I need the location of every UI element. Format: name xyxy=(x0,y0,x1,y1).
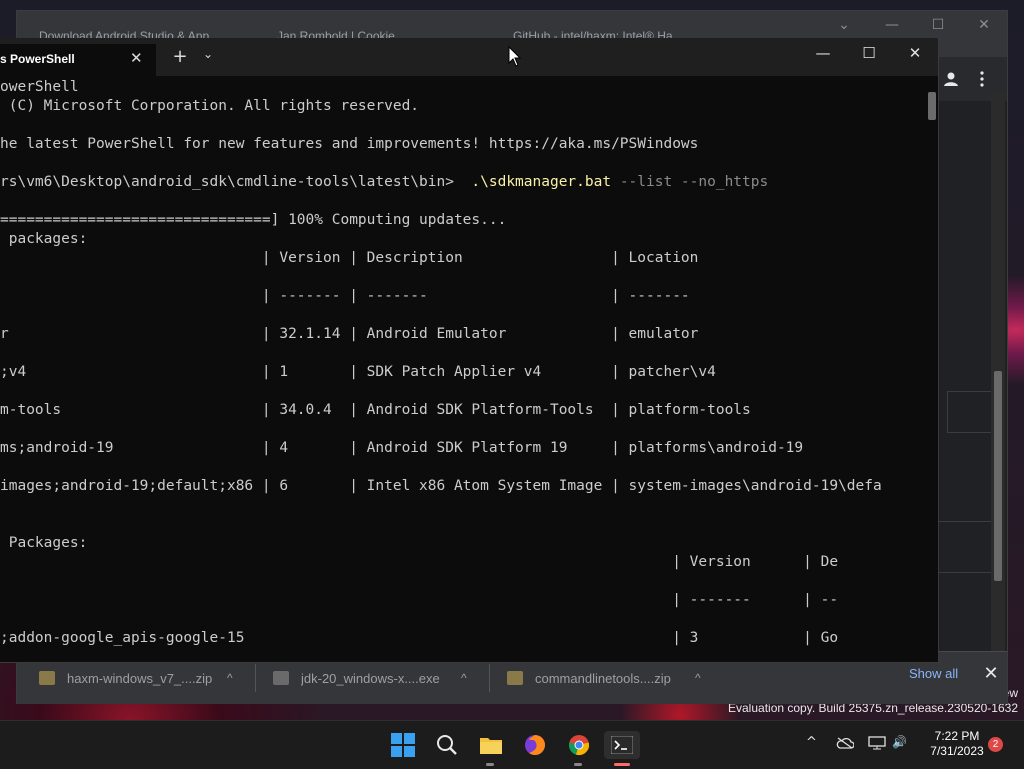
command-params: --list --no_https xyxy=(611,174,769,190)
terminal-line: ===============================] 100% Co… xyxy=(0,212,507,228)
terminal-minimize-button[interactable]: — xyxy=(808,44,838,62)
search-button[interactable] xyxy=(433,731,461,759)
terminal-line: ;v4 | 1 | SDK Patch Applier v4 | patcher… xyxy=(0,364,716,380)
zip-file-icon xyxy=(39,671,55,685)
mouse-cursor-icon xyxy=(508,46,522,67)
terminal-line: he latest PowerShell for new features an… xyxy=(0,136,699,152)
zip-file-icon xyxy=(507,671,523,685)
chrome-menu-icon[interactable] xyxy=(979,71,985,91)
chevron-up-icon[interactable]: ^ xyxy=(227,671,233,685)
terminal-line: ;addon-google_apis-google-15 | 3 | Go xyxy=(0,630,839,646)
active-indicator xyxy=(614,763,630,766)
terminal-close-button[interactable]: ✕ xyxy=(900,44,930,62)
chrome-minimize-button[interactable]: — xyxy=(877,17,907,33)
prompt-text: rs\vm6\Desktop\android_sdk\cmdline-tools… xyxy=(0,174,472,190)
profile-dropdown-button[interactable]: ⌄ xyxy=(200,47,216,61)
new-tab-button[interactable]: + xyxy=(170,46,190,67)
profile-icon[interactable] xyxy=(943,71,959,91)
notification-badge[interactable]: 2 xyxy=(988,737,1003,752)
speaker-icon[interactable]: 🔊 xyxy=(892,735,907,749)
firefox-icon xyxy=(525,735,545,755)
search-icon xyxy=(437,735,457,755)
folder-icon xyxy=(480,738,502,754)
firefox-button[interactable] xyxy=(521,731,549,759)
network-icon[interactable] xyxy=(868,736,886,754)
terminal-line: (C) Microsoft Corporation. All rights re… xyxy=(0,98,420,114)
chrome-tab-search-button[interactable]: ⌄ xyxy=(829,17,859,33)
close-tab-icon[interactable]: ✕ xyxy=(130,44,143,74)
chevron-up-icon[interactable]: ^ xyxy=(461,671,467,685)
start-button[interactable] xyxy=(389,731,417,759)
terminal-line: owerShell xyxy=(0,79,79,95)
command-exe: .\sdkmanager.bat xyxy=(471,174,612,190)
chrome-icon xyxy=(568,735,590,756)
download-filename: haxm-windows_v7_....zip xyxy=(67,670,213,686)
chrome-scrollbar[interactable] xyxy=(991,91,1005,651)
terminal-line: Packages: xyxy=(0,535,88,551)
terminal-line: | Version | Description | Location xyxy=(0,250,699,266)
chrome-scrollbar-thumb[interactable] xyxy=(994,371,1002,581)
running-indicator xyxy=(486,763,494,766)
show-all-downloads-link[interactable]: Show all xyxy=(909,666,958,681)
terminal-titlebar[interactable]: s PowerShell ✕ + ⌄ — ☐ ✕ xyxy=(0,38,938,76)
terminal-scrollbar-thumb[interactable] xyxy=(928,92,936,120)
taskbar: ^ 🔊 7:22 PM 7/31/2023 2 xyxy=(0,720,1024,769)
chrome-button[interactable] xyxy=(565,731,593,759)
tray-overflow-button[interactable]: ^ xyxy=(806,735,817,750)
onedrive-icon[interactable] xyxy=(836,737,855,753)
download-item-jdk[interactable]: jdk-20_windows-x....exe ^ xyxy=(273,666,467,690)
terminal-line: r | 32.1.14 | Android Emulator | emulato… xyxy=(0,326,699,342)
terminal-button[interactable] xyxy=(604,731,640,759)
close-downloads-bar-button[interactable]: ✕ xyxy=(981,663,1001,684)
clock[interactable]: 7:22 PM 7/31/2023 xyxy=(924,729,990,759)
download-item-cmdline-tools[interactable]: commandlinetools....zip ^ xyxy=(507,666,701,690)
terminal-line: | ------- | ------- | ------- xyxy=(0,288,690,304)
download-item-haxm[interactable]: haxm-windows_v7_....zip ^ xyxy=(39,666,233,690)
windows-logo-icon xyxy=(391,733,415,757)
terminal-output[interactable]: rs\vm6\Desktop\android_sdk\cmdline-tools… xyxy=(0,76,926,662)
download-filename: jdk-20_windows-x....exe xyxy=(301,670,440,686)
clock-time: 7:22 PM xyxy=(934,729,980,743)
terminal-line: | ------- | -- xyxy=(0,592,839,608)
running-indicator xyxy=(574,763,582,766)
terminal-line: packages: xyxy=(0,231,88,247)
file-explorer-button[interactable] xyxy=(477,731,505,759)
tab-powershell[interactable]: s PowerShell ✕ xyxy=(0,44,156,76)
tab-title: s PowerShell xyxy=(0,52,75,66)
exe-file-icon xyxy=(273,671,289,685)
terminal-line: | Version | De xyxy=(0,554,839,570)
terminal-line: ms;android-19 | 4 | Android SDK Platform… xyxy=(0,440,804,456)
chrome-close-button[interactable]: ✕ xyxy=(969,17,999,33)
download-filename: commandlinetools....zip xyxy=(535,670,671,686)
terminal-line: m-tools | 34.0.4 | Android SDK Platform-… xyxy=(0,402,751,418)
terminal-icon xyxy=(611,736,633,754)
download-divider xyxy=(489,664,490,692)
clock-date: 7/31/2023 xyxy=(930,744,984,758)
command-line: rs\vm6\Desktop\android_sdk\cmdline-tools… xyxy=(0,173,768,192)
terminal-window[interactable]: s PowerShell ✕ + ⌄ — ☐ ✕ rs\vm6\Desktop\… xyxy=(0,38,939,663)
download-divider xyxy=(255,664,256,692)
chevron-up-icon[interactable]: ^ xyxy=(695,671,701,685)
terminal-line: images;android-19;default;x86 | 6 | Inte… xyxy=(0,478,882,494)
chrome-maximize-button[interactable]: ☐ xyxy=(923,17,953,33)
terminal-maximize-button[interactable]: ☐ xyxy=(854,44,884,62)
